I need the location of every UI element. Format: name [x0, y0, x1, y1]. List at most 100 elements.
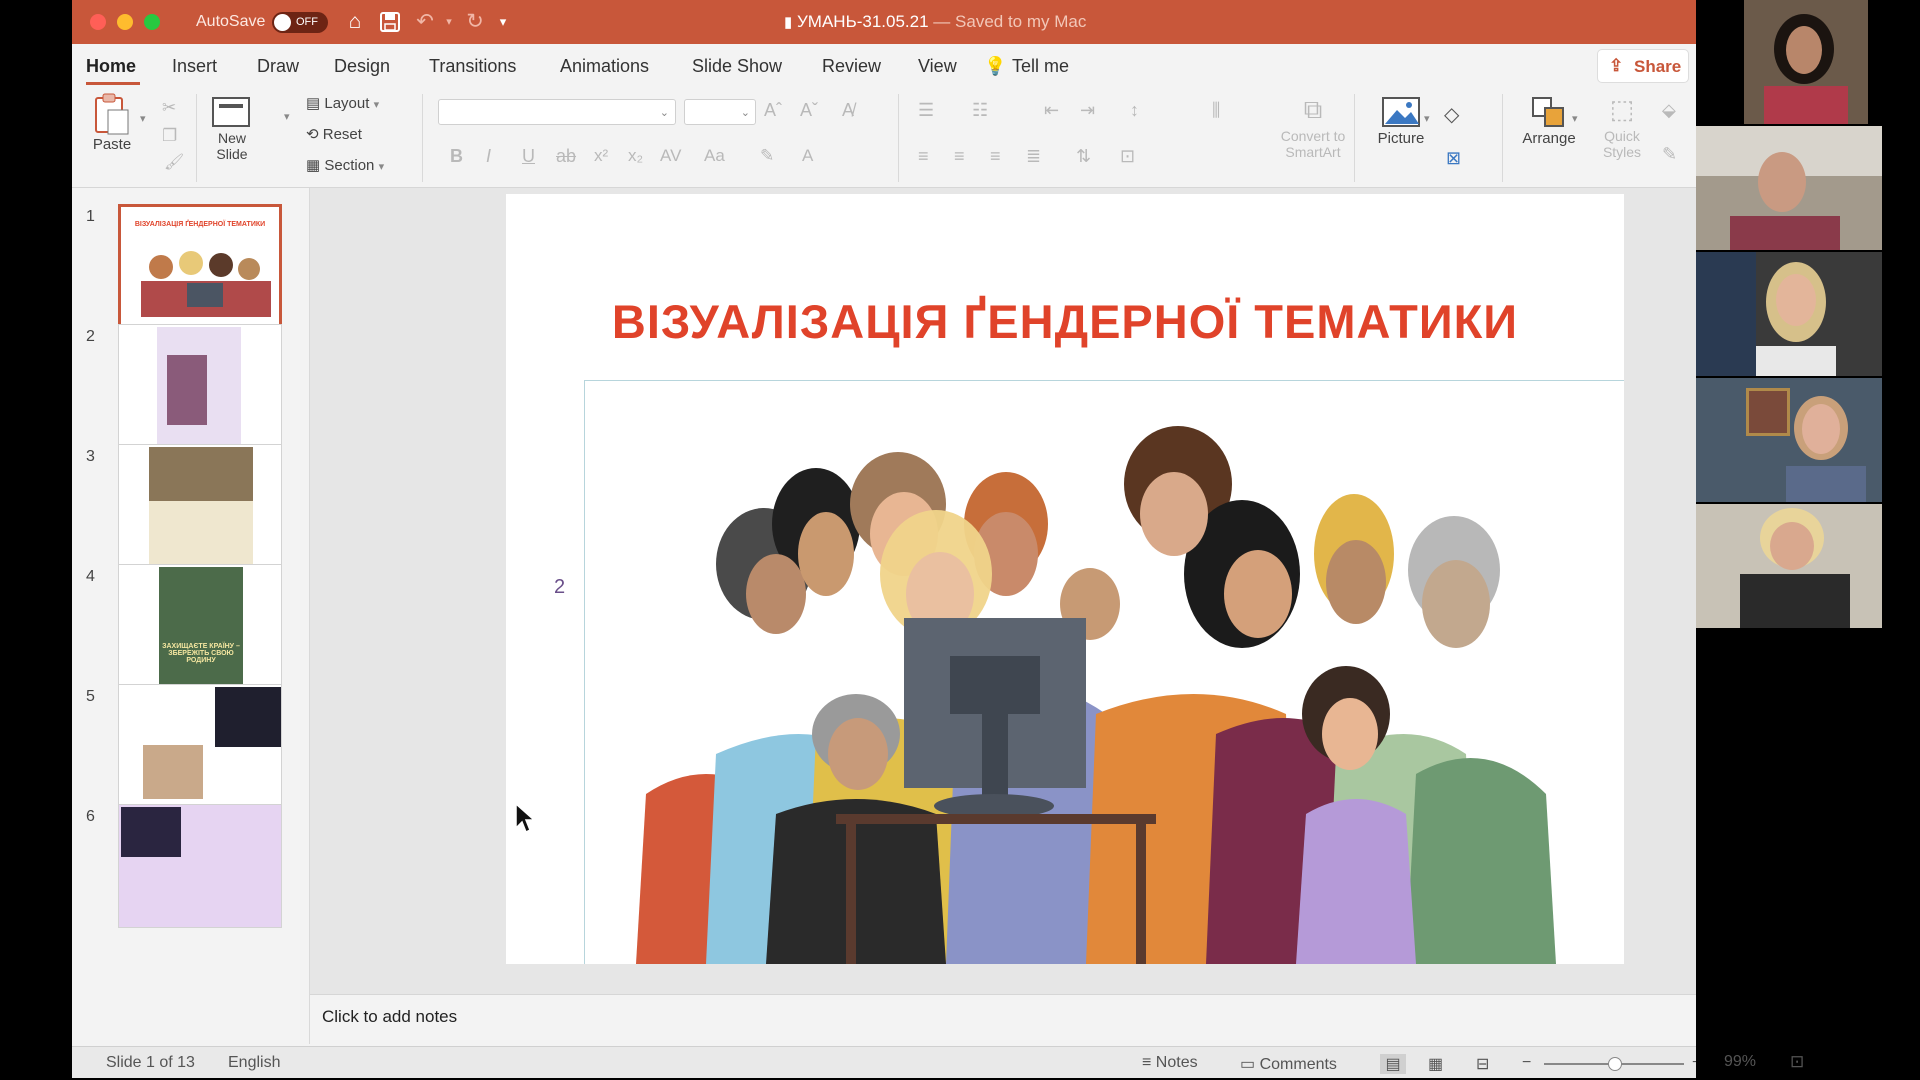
font-name-dropdown[interactable]: ⌄ — [438, 99, 676, 125]
increase-font-size-icon[interactable]: Aˆ — [764, 100, 782, 121]
thumb5-dark-panel — [215, 687, 281, 747]
redo-icon[interactable]: ↻ — [462, 9, 488, 35]
tab-draw[interactable]: Draw — [257, 56, 299, 77]
slide-thumbnail-5[interactable] — [118, 684, 282, 808]
font-color-icon[interactable]: A — [802, 146, 813, 166]
zoom-out-icon[interactable]: − — [1522, 1054, 1531, 1072]
layout-button[interactable]: ▤ Layout ▾ — [306, 94, 379, 112]
thumb6-dark-panel — [121, 807, 181, 857]
slide-thumbnail-1[interactable]: ВІЗУАЛІЗАЦІЯ ҐЕНДЕРНОЇ ТЕМАТИКИ — [118, 204, 282, 328]
section-button[interactable]: ▦ Section ▾ — [306, 156, 384, 174]
minimize-window-button[interactable] — [117, 14, 133, 30]
normal-view-icon[interactable]: ▤ — [1380, 1054, 1406, 1074]
language-indicator[interactable]: English — [228, 1054, 280, 1072]
align-text-icon[interactable]: ⊡ — [1120, 146, 1135, 167]
paste-button[interactable]: Paste — [82, 92, 142, 153]
slide-thumbnail-2[interactable] — [118, 324, 282, 448]
notes-button[interactable]: ≡ Notes — [1142, 1054, 1198, 1072]
thumb-number: 4 — [86, 568, 95, 585]
slide-sorter-icon[interactable]: ▦ — [1428, 1054, 1443, 1074]
line-spacing-icon[interactable]: ↕ — [1130, 100, 1139, 121]
tab-home[interactable]: Home — [86, 56, 136, 77]
italic-icon[interactable]: I — [486, 146, 491, 167]
bullets-icon[interactable]: ☰ — [918, 100, 934, 121]
character-spacing-icon[interactable]: AV — [660, 146, 681, 166]
change-case-icon[interactable]: Aa — [704, 146, 725, 166]
zoom-in-icon[interactable]: + — [1692, 1054, 1696, 1072]
copy-icon[interactable]: ❐ — [162, 126, 177, 146]
decrease-indent-icon[interactable]: ⇤ — [1044, 100, 1059, 121]
quick-styles-button[interactable]: ⬚ Quick Styles — [1592, 94, 1652, 160]
share-button[interactable]: ⇪ Share — [1597, 49, 1689, 83]
notes-pane[interactable]: Click to add notes — [310, 994, 1696, 1046]
align-center-icon[interactable]: ≡ — [954, 146, 965, 167]
picture-icon — [1382, 97, 1420, 127]
highlight-icon[interactable]: ✎ — [760, 146, 774, 166]
decrease-font-size-icon[interactable]: Aˇ — [800, 100, 818, 121]
comments-button[interactable]: ▭ Comments — [1240, 1054, 1337, 1074]
zoom-slider-thumb[interactable] — [1608, 1057, 1622, 1071]
participant-4-face — [1802, 404, 1840, 454]
participant-5-shirt — [1740, 574, 1850, 628]
tell-me-search[interactable]: Tell me — [1012, 56, 1069, 77]
save-icon[interactable] — [377, 9, 403, 35]
reset-button[interactable]: ⟲ Reset — [306, 125, 362, 143]
zoom-window-button[interactable] — [144, 14, 160, 30]
undo-dropdown-icon[interactable]: ▾ — [436, 9, 462, 35]
align-right-icon[interactable]: ≡ — [990, 146, 1001, 167]
close-window-button[interactable] — [90, 14, 106, 30]
new-slide-icon — [212, 97, 250, 127]
text-direction-icon[interactable]: ⇅ — [1076, 146, 1091, 167]
tab-review[interactable]: Review — [822, 56, 881, 77]
columns-icon[interactable]: ⫼ — [1212, 100, 1220, 121]
bold-icon[interactable]: B — [450, 146, 463, 167]
shapes-icon[interactable]: ◇ — [1444, 102, 1459, 127]
autosave-toggle[interactable]: OFF — [272, 12, 328, 33]
new-slide-button[interactable]: New Slide — [202, 94, 262, 162]
cut-icon[interactable]: ✂ — [162, 98, 176, 118]
zoom-slider[interactable] — [1544, 1057, 1684, 1071]
picture-dropdown-icon[interactable]: ▾ — [1424, 112, 1430, 125]
fit-to-window-icon[interactable]: ⊡ — [1790, 1052, 1804, 1072]
slide-thumbnail-4[interactable]: ЗАХИЩАЄТЕ КРАЇНУ – ЗБЕРЕЖІТЬ СВОЮ РОДИНУ — [118, 564, 282, 688]
slide-thumbnail-6[interactable] — [118, 804, 282, 928]
autosave-state: OFF — [296, 16, 318, 28]
tab-insert[interactable]: Insert — [172, 56, 217, 77]
video-participant-3 — [1696, 252, 1882, 376]
layout-icon: ▤ — [306, 95, 321, 112]
paste-dropdown-icon[interactable]: ▾ — [140, 112, 146, 125]
subscript-icon[interactable]: x₂ — [628, 146, 643, 166]
clear-formatting-icon[interactable]: A̸ — [842, 100, 854, 121]
slide-thumbnail-3[interactable] — [118, 444, 282, 568]
format-painter-icon[interactable]: 🖌 — [164, 152, 184, 172]
home-icon[interactable]: ⌂ — [342, 9, 368, 35]
convert-to-smartart-button[interactable]: ⧉ Convert to SmartArt — [1258, 94, 1368, 160]
new-slide-dropdown-icon[interactable]: ▾ — [284, 110, 290, 123]
shape-outline-icon[interactable]: ✎ — [1662, 144, 1677, 165]
superscript-icon[interactable]: x² — [594, 146, 608, 166]
undo-icon[interactable]: ↶ — [412, 9, 438, 35]
increase-indent-icon[interactable]: ⇥ — [1080, 100, 1095, 121]
mouse-cursor — [514, 802, 536, 839]
tab-view[interactable]: View — [918, 56, 957, 77]
tab-design[interactable]: Design — [334, 56, 390, 77]
current-slide[interactable]: ВІЗУАЛІЗАЦІЯ ҐЕНДЕРНОЇ ТЕМАТИКИ 2 — [506, 194, 1624, 964]
customize-toolbar-icon[interactable]: ▾ — [490, 9, 516, 35]
text-box-icon[interactable]: ⊠ — [1446, 148, 1461, 169]
justify-icon[interactable]: ≣ — [1026, 146, 1041, 167]
underline-icon[interactable]: U — [522, 146, 535, 167]
tab-slide-show[interactable]: Slide Show — [692, 56, 782, 77]
slide-thumbnails-panel: 1 ВІЗУАЛІЗАЦІЯ ҐЕНДЕРНОЇ ТЕМАТИКИ 2 3 4 … — [72, 188, 310, 1044]
tab-animations[interactable]: Animations — [560, 56, 649, 77]
reset-label: Reset — [322, 126, 362, 143]
slide-counter: Slide 1 of 13 — [106, 1054, 195, 1071]
presenter-view-icon[interactable]: ⊟ — [1476, 1054, 1489, 1074]
zoom-level[interactable]: 99% — [1724, 1053, 1756, 1071]
numbering-icon[interactable]: ☷ — [972, 100, 988, 121]
shape-fill-icon[interactable]: ⬙ — [1662, 100, 1676, 121]
align-left-icon[interactable]: ≡ — [918, 146, 929, 167]
font-size-dropdown[interactable]: ⌄ — [684, 99, 756, 125]
arrange-dropdown-icon[interactable]: ▾ — [1572, 112, 1578, 125]
strikethrough-icon[interactable]: ab — [556, 146, 576, 167]
tab-transitions[interactable]: Transitions — [429, 56, 516, 77]
